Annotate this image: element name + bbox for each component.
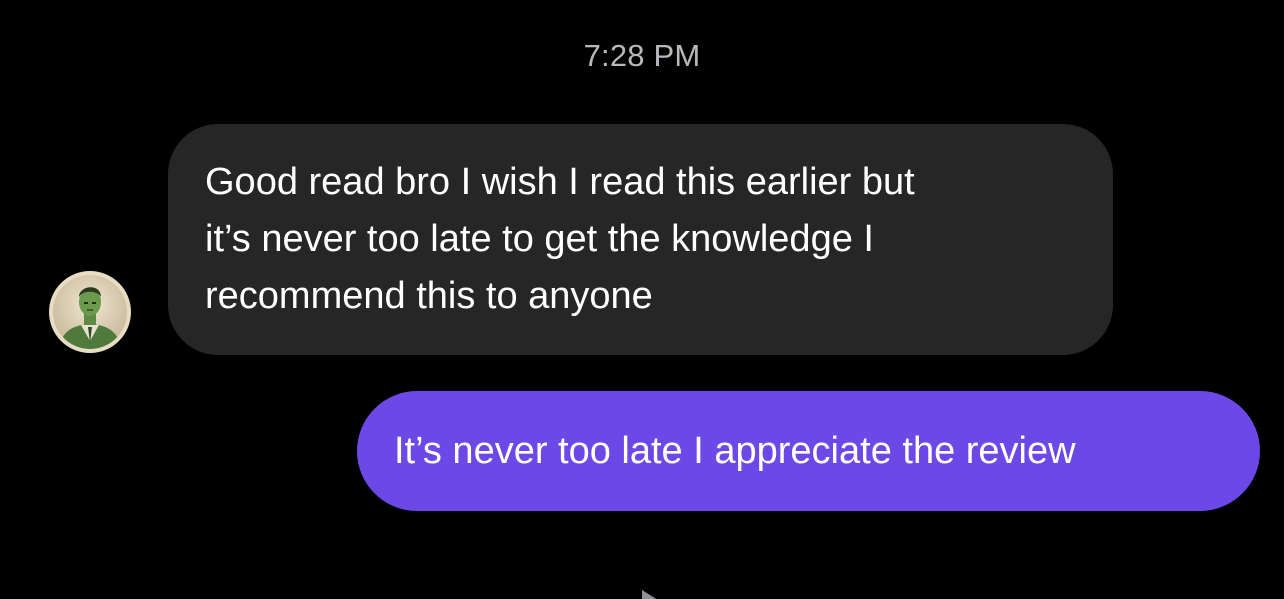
message-line: recommend this to anyone (205, 275, 653, 317)
seen-indicator-icon (640, 590, 660, 599)
incoming-message-row: Good read bro I wish I read this earlier… (0, 124, 1284, 356)
message-text: It’s never too late I appreciate the rev… (394, 430, 1076, 472)
avatar-portrait-icon (53, 275, 127, 349)
message-line: it’s never too late to get the knowledge… (205, 218, 874, 260)
message-line: Good read bro I wish I read this earlier… (205, 161, 915, 203)
message-timestamp: 7:28 PM (583, 38, 701, 73)
incoming-message-bubble[interactable]: Good read bro I wish I read this earlier… (168, 124, 1113, 355)
avatar[interactable] (49, 271, 131, 353)
outgoing-message-bubble[interactable]: It’s never too late I appreciate the rev… (357, 391, 1260, 511)
